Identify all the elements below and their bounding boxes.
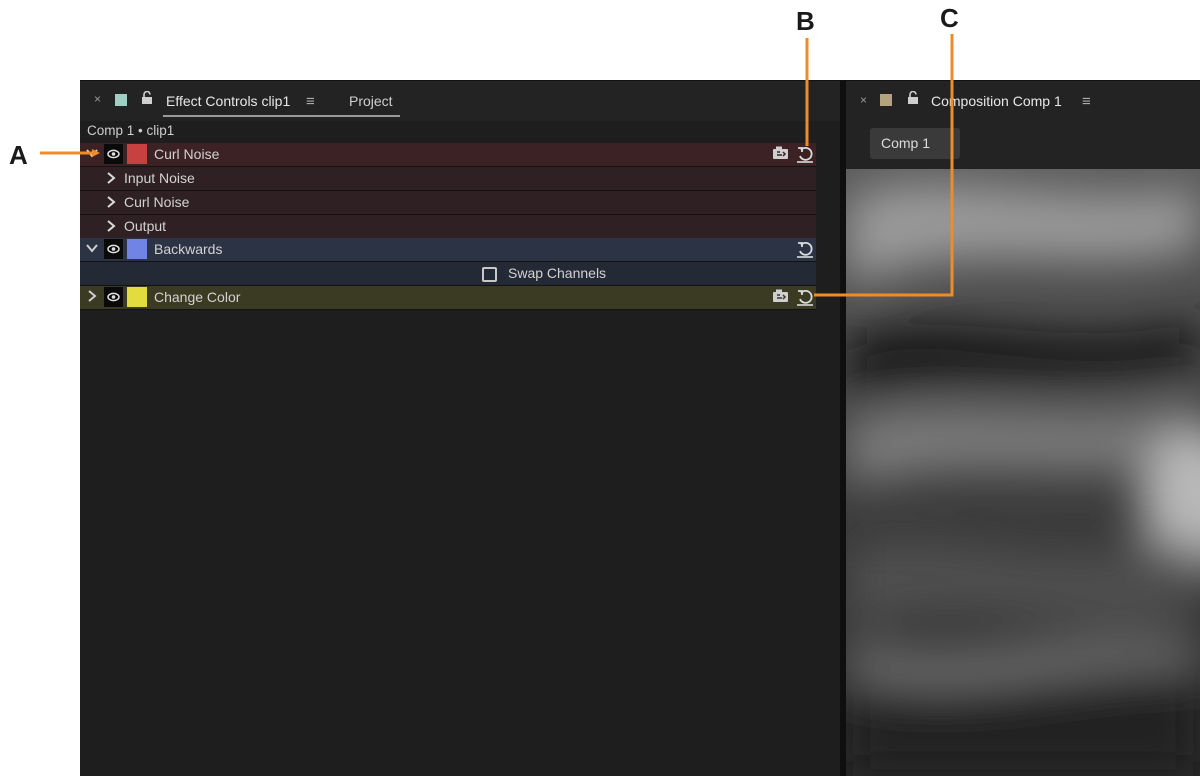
tab-project[interactable]: Project bbox=[349, 93, 393, 109]
effect-row-change-color[interactable]: Change Color bbox=[80, 286, 816, 310]
composition-viewer[interactable] bbox=[846, 169, 1200, 776]
panel-color-swatch bbox=[880, 94, 892, 106]
callout-b-label: B bbox=[796, 6, 815, 36]
close-icon[interactable]: × bbox=[94, 92, 101, 106]
close-icon[interactable]: × bbox=[860, 93, 867, 107]
active-tab-indicator bbox=[163, 115, 400, 117]
effect-row-curl-noise[interactable]: Curl Noise bbox=[80, 143, 816, 167]
property-group-label: Output bbox=[124, 218, 167, 234]
property-group-label: Curl Noise bbox=[124, 194, 190, 210]
comp-tab-label: Comp 1 bbox=[881, 135, 931, 151]
lock-icon[interactable] bbox=[907, 91, 919, 104]
reset-icon[interactable] bbox=[796, 240, 814, 258]
checkbox-row[interactable]: Swap Channels bbox=[80, 262, 816, 286]
swap-channels-checkbox[interactable] bbox=[482, 267, 497, 282]
visibility-eye-icon[interactable] bbox=[104, 239, 123, 259]
chevron-right-icon[interactable] bbox=[106, 220, 116, 232]
preset-icon[interactable] bbox=[772, 289, 789, 303]
chevron-right-icon[interactable] bbox=[106, 172, 116, 184]
panel-color-swatch bbox=[115, 94, 127, 106]
callout-a-label: A bbox=[9, 140, 28, 170]
visibility-eye-icon[interactable] bbox=[104, 287, 123, 307]
property-group-row[interactable]: Input Noise bbox=[80, 167, 816, 191]
tab-composition[interactable]: Composition Comp 1 bbox=[931, 93, 1062, 109]
composition-panel: × Composition Comp 1 ≡ Comp 1 bbox=[846, 81, 1200, 776]
property-group-label: Input Noise bbox=[124, 170, 195, 186]
property-group-row[interactable]: Curl Noise bbox=[80, 191, 816, 215]
tab-effect-controls[interactable]: Effect Controls clip1 bbox=[166, 93, 290, 109]
visibility-eye-icon[interactable] bbox=[104, 144, 123, 164]
callout-c-label: C bbox=[940, 3, 959, 33]
comp-navigator-tab[interactable]: Comp 1 bbox=[870, 128, 960, 159]
effect-color-swatch bbox=[127, 287, 147, 307]
panel-menu-icon[interactable]: ≡ bbox=[1082, 93, 1091, 110]
preset-icon[interactable] bbox=[772, 146, 789, 160]
twirl-down-icon[interactable] bbox=[86, 147, 98, 159]
lock-icon[interactable] bbox=[141, 91, 153, 104]
twirl-down-icon[interactable] bbox=[86, 242, 98, 254]
effect-name: Curl Noise bbox=[154, 146, 220, 162]
effect-name: Change Color bbox=[154, 289, 241, 305]
twirl-right-icon[interactable] bbox=[86, 290, 98, 302]
checkbox-label: Swap Channels bbox=[508, 265, 607, 281]
effect-color-swatch bbox=[127, 144, 147, 164]
reset-icon[interactable] bbox=[796, 145, 814, 163]
effect-controls-tabbar: × Effect Controls clip1 ≡ Project bbox=[80, 81, 840, 121]
breadcrumb: Comp 1 • clip1 bbox=[87, 123, 175, 138]
property-group-row[interactable]: Output bbox=[80, 215, 816, 239]
effect-row-backwards[interactable]: Backwards bbox=[80, 238, 816, 262]
chevron-right-icon[interactable] bbox=[106, 196, 116, 208]
after-effects-window: × Effect Controls clip1 ≡ Project Comp 1… bbox=[80, 80, 1200, 776]
panel-menu-icon[interactable]: ≡ bbox=[306, 93, 315, 110]
reset-icon[interactable] bbox=[796, 288, 814, 306]
effect-color-swatch bbox=[127, 239, 147, 259]
curl-noise-render bbox=[846, 169, 1200, 776]
effect-name: Backwards bbox=[154, 241, 223, 257]
effect-controls-panel: × Effect Controls clip1 ≡ Project Comp 1… bbox=[80, 81, 840, 776]
